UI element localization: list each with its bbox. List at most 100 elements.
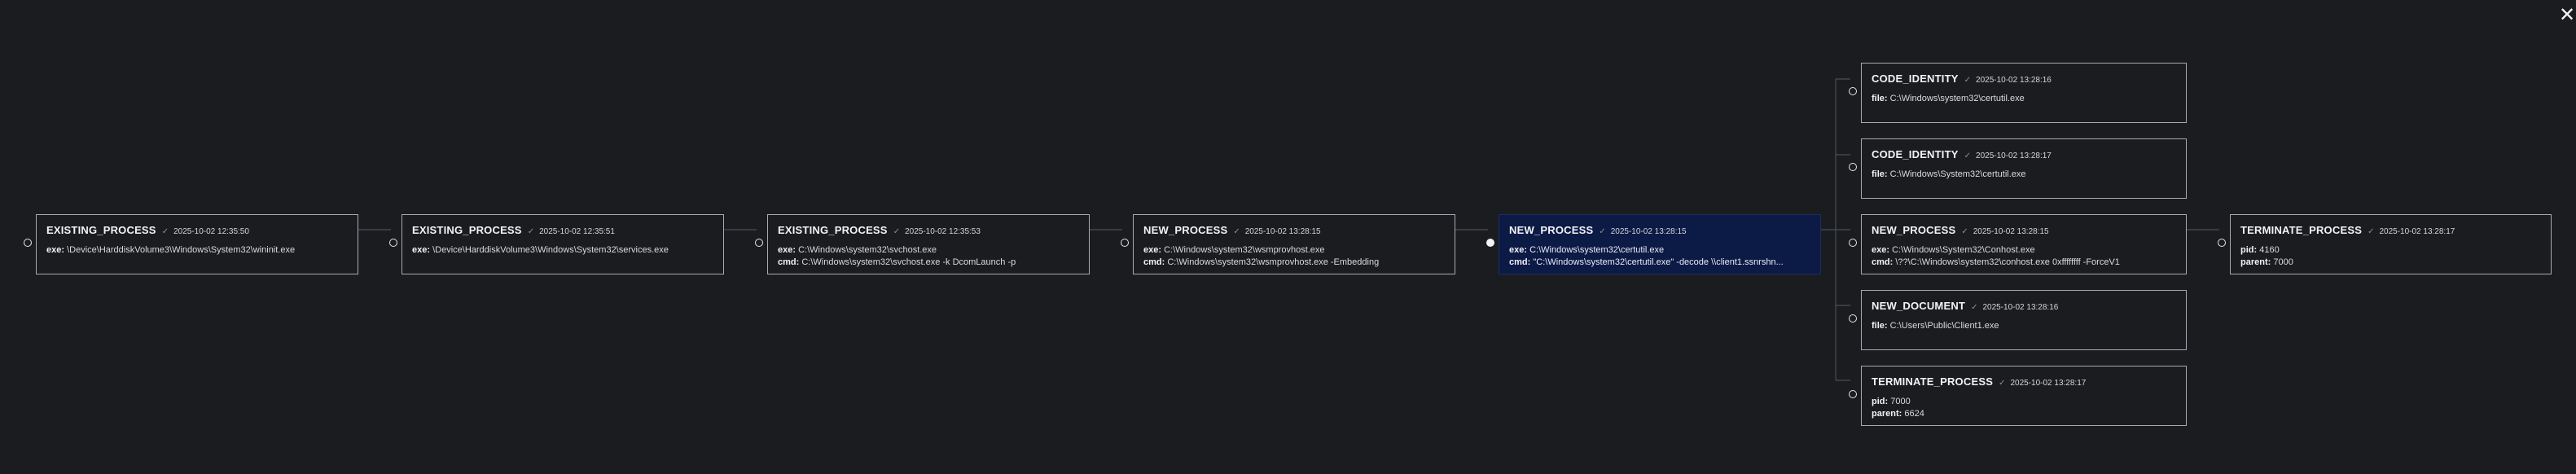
check-icon: ✓ [1961,227,1968,236]
node-select-radio[interactable] [1849,87,1857,95]
node-select-radio[interactable] [755,239,763,247]
field-row-pid: pid: 4160 [2240,244,2541,257]
check-icon: ✓ [1971,303,1978,312]
event-timestamp: 2025-10-02 13:28:17 [2379,227,2455,236]
field-row-cmd: cmd: \??\C:\Windows\system32\conhost.exe… [1872,257,2176,269]
field-row-exe: exe: C:\Windows\system32\certutil.exe [1509,244,1810,257]
field-key: cmd [1143,257,1162,267]
process-graph-canvas: EXISTING_PROCESS ✓ 2025-10-02 12:35:50 exe:… [0,0,2576,474]
node-select-radio[interactable] [1121,239,1129,247]
node-card[interactable]: CODE_IDENTITY ✓ 2025-10-02 13:28:16 file: C… [1861,63,2187,123]
field-value: \Device\HarddiskVolume3\Windows\System32… [432,245,669,255]
field-value: C:\Windows\system32\wsmprovhost.exe -Emb… [1167,257,1380,267]
process-node-conhost[interactable]: NEW_PROCESS ✓ 2025-10-02 13:28:15 exe: C:\W… [1849,214,2187,274]
node-fields: exe: C:\Windows\system32\wsmprovhost.exe… [1143,244,1445,269]
node-card[interactable]: CODE_IDENTITY ✓ 2025-10-02 13:28:17 file: C… [1861,138,2187,199]
node-fields: exe: C:\Windows\system32\certutil.exe cmd… [1509,244,1810,269]
code-identity-node-2[interactable]: CODE_IDENTITY ✓ 2025-10-02 13:28:17 file: C… [1849,138,2187,199]
node-card[interactable]: EXISTING_PROCESS ✓ 2025-10-02 12:35:50 exe:… [36,214,358,274]
node-header: EXISTING_PROCESS ✓ 2025-10-02 12:35:50 [46,224,348,237]
field-row-parent: parent: 6624 [1872,408,2176,420]
check-icon: ✓ [161,227,169,236]
code-identity-node-1[interactable]: CODE_IDENTITY ✓ 2025-10-02 13:28:16 file: C… [1849,63,2187,123]
node-card[interactable]: NEW_PROCESS ✓ 2025-10-02 13:28:15 exe: C:\W… [1861,214,2187,274]
field-key: cmd [1509,257,1528,267]
node-select-radio[interactable] [2218,239,2226,247]
node-card[interactable]: EXISTING_PROCESS ✓ 2025-10-02 12:35:51 exe:… [402,214,724,274]
node-select-radio[interactable] [24,239,32,247]
field-row-pid: pid: 7000 [1872,396,2176,408]
node-select-radio[interactable] [1849,239,1857,247]
process-node-services[interactable]: EXISTING_PROCESS ✓ 2025-10-02 12:35:51 exe:… [389,214,724,274]
node-select-radio[interactable] [1849,163,1857,171]
node-header: TERMINATE_PROCESS ✓ 2025-10-02 13:28:17 [1872,375,2176,388]
field-value: C:\Windows\system32\svchost.exe [798,245,937,255]
field-row-parent: parent: 7000 [2240,257,2541,269]
node-fields: pid: 4160 parent: 7000 [2240,244,2541,269]
field-value: C:\Windows\System32\certutil.exe [1889,169,2026,179]
field-row-file: file: C:\Windows\system32\certutil.exe [1872,93,2176,105]
event-timestamp: 2025-10-02 13:28:17 [2010,379,2087,388]
node-card[interactable]: TERMINATE_PROCESS ✓ 2025-10-02 13:28:17 pid… [2230,214,2552,274]
node-header: NEW_PROCESS ✓ 2025-10-02 13:28:15 [1509,224,1810,237]
field-value: 7000 [1890,397,1911,406]
field-row-exe: exe: \Device\HarddiskVolume3\Windows\Sys… [46,244,348,257]
field-value: "C:\Windows\system32\certutil.exe" -deco… [1533,257,1784,267]
process-node-svchost[interactable]: EXISTING_PROCESS ✓ 2025-10-02 12:35:53 exe:… [755,214,1090,274]
field-value: C:\Windows\system32\certutil.exe [1889,94,2025,103]
event-type-label: NEW_PROCESS [1143,224,1228,236]
event-type-label: EXISTING_PROCESS [778,224,888,236]
event-timestamp: 2025-10-02 13:28:15 [1244,227,1321,236]
process-node-certutil-selected[interactable]: NEW_PROCESS ✓ 2025-10-02 13:28:15 exe: C:\W… [1486,214,1821,274]
terminate-process-node-7000[interactable]: TERMINATE_PROCESS ✓ 2025-10-02 13:28:17 pid… [1849,366,2187,426]
field-key: parent [1872,409,1899,419]
node-header: NEW_PROCESS ✓ 2025-10-02 13:28:15 [1143,224,1445,237]
field-row-cmd: cmd: "C:\Windows\system32\certutil.exe" … [1509,257,1810,269]
field-row-file: file: C:\Windows\System32\certutil.exe [1872,169,2176,181]
node-select-radio[interactable] [1849,390,1857,398]
event-type-label: NEW_PROCESS [1872,224,1956,236]
node-fields: exe: C:\Windows\system32\svchost.exe cmd:… [778,244,1079,269]
field-key: file [1872,321,1885,331]
node-card[interactable]: EXISTING_PROCESS ✓ 2025-10-02 12:35:53 exe:… [767,214,1090,274]
process-node-wininit[interactable]: EXISTING_PROCESS ✓ 2025-10-02 12:35:50 exe:… [24,214,358,274]
node-fields: pid: 7000 parent: 6624 [1872,396,2176,420]
node-card[interactable]: NEW_DOCUMENT ✓ 2025-10-02 13:28:16 file: C:… [1861,290,2187,350]
node-card[interactable]: TERMINATE_PROCESS ✓ 2025-10-02 13:28:17 pid… [1861,366,2187,426]
process-node-wsmprovhost[interactable]: NEW_PROCESS ✓ 2025-10-02 13:28:15 exe: C:\W… [1121,214,1455,274]
field-value: \??\C:\Windows\system32\conhost.exe 0xff… [1895,257,2120,267]
check-icon: ✓ [1233,227,1240,236]
event-timestamp: 2025-10-02 13:28:15 [1973,227,2049,236]
node-header: NEW_PROCESS ✓ 2025-10-02 13:28:15 [1872,224,2176,237]
node-select-radio[interactable] [1486,239,1494,247]
node-card[interactable]: NEW_PROCESS ✓ 2025-10-02 13:28:15 exe: C:\W… [1499,214,1821,274]
new-document-node[interactable]: NEW_DOCUMENT ✓ 2025-10-02 13:28:16 file: C:… [1849,290,2187,350]
field-row-exe: exe: C:\Windows\system32\svchost.exe [778,244,1079,257]
terminate-process-node-4160[interactable]: TERMINATE_PROCESS ✓ 2025-10-02 13:28:17 pid… [2218,214,2552,274]
field-key: exe [778,245,793,255]
check-icon: ✓ [1599,227,1606,236]
field-row-cmd: cmd: C:\Windows\system32\svchost.exe -k … [778,257,1079,269]
node-header: NEW_DOCUMENT ✓ 2025-10-02 13:28:16 [1872,300,2176,313]
field-key: exe [1872,245,1887,255]
field-row-cmd: cmd: C:\Windows\system32\wsmprovhost.exe… [1143,257,1445,269]
field-key: cmd [778,257,796,267]
close-icon[interactable]: ✕ [2558,6,2576,25]
field-key: cmd [1872,257,1890,267]
field-key: exe [46,245,62,255]
field-value: \Device\HarddiskVolume3\Windows\System32… [67,245,296,255]
edge-n5-children [1821,78,1850,381]
node-card[interactable]: NEW_PROCESS ✓ 2025-10-02 13:28:15 exe: C:\W… [1133,214,1455,274]
event-type-label: CODE_IDENTITY [1872,72,1959,85]
field-row-exe: exe: C:\Windows\system32\wsmprovhost.exe [1143,244,1445,257]
node-select-radio[interactable] [1849,314,1857,323]
node-fields: file: C:\Windows\system32\certutil.exe [1872,93,2176,105]
event-type-label: CODE_IDENTITY [1872,148,1959,160]
event-type-label: TERMINATE_PROCESS [2240,224,2363,236]
node-select-radio[interactable] [389,239,397,247]
field-key: exe [1143,245,1159,255]
field-value: 4160 [2259,245,2280,255]
event-timestamp: 2025-10-02 12:35:50 [173,227,249,236]
field-key: parent [2240,257,2268,267]
field-separator: : [1884,169,1890,179]
